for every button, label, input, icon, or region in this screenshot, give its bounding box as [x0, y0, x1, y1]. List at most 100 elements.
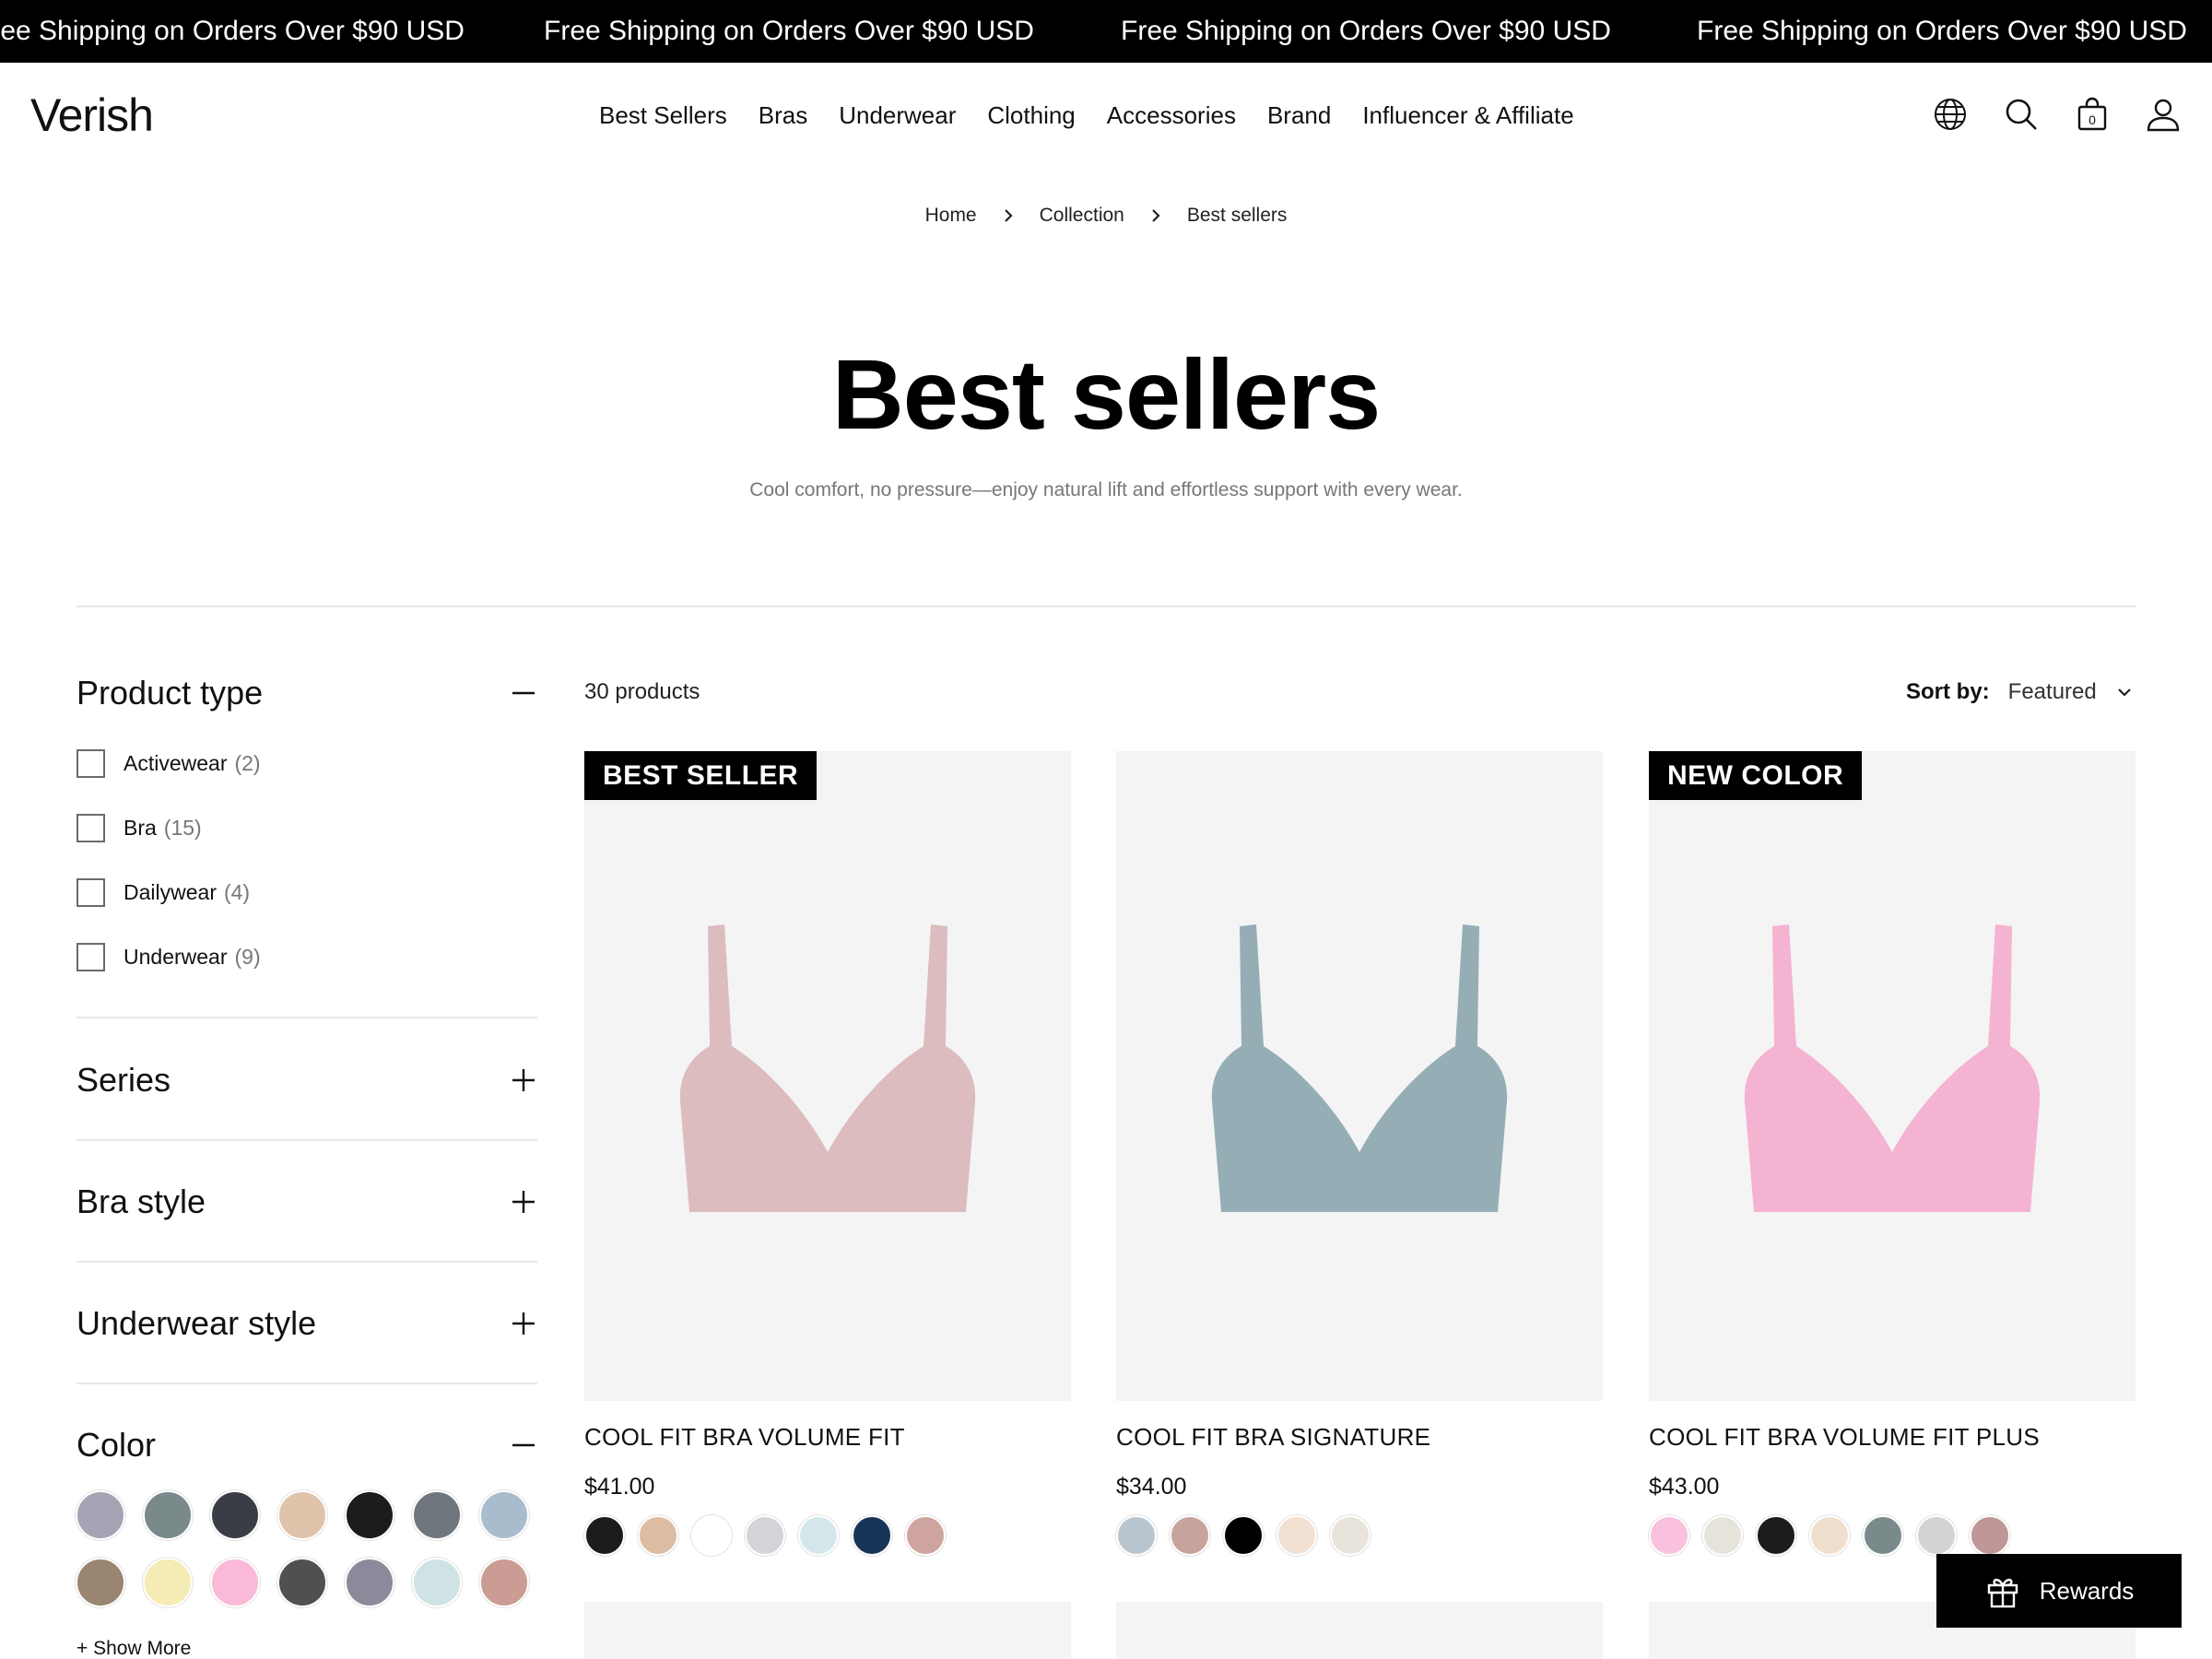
chevron-down-icon[interactable]	[2115, 683, 2134, 701]
sort-value[interactable]: Featured	[2008, 679, 2097, 705]
plus-icon[interactable]	[510, 1066, 537, 1094]
filter-bra-style-header[interactable]: Bra style	[76, 1182, 537, 1222]
product-color-swatch[interactable]	[852, 1515, 892, 1556]
color-swatch[interactable]	[210, 1490, 260, 1540]
nav-item-best-sellers[interactable]: Best Sellers	[599, 101, 727, 130]
main-nav: Best Sellers Bras Underwear Clothing Acc…	[599, 63, 1574, 169]
product-swatches	[1649, 1515, 2136, 1556]
product-card[interactable]: BEST SELLER COOL FIT BRA VOLUME FIT $41.…	[584, 751, 1071, 1556]
search-icon[interactable]	[2003, 96, 2040, 133]
checkbox[interactable]	[76, 813, 105, 842]
breadcrumb-collection[interactable]: Collection	[1040, 205, 1124, 227]
color-swatch[interactable]	[345, 1558, 394, 1607]
product-color-swatch[interactable]	[1116, 1515, 1157, 1556]
filter-color-header[interactable]: Color	[76, 1425, 537, 1465]
minus-icon[interactable]	[510, 1431, 537, 1459]
product-image[interactable]: NEW COLOR	[1649, 751, 2136, 1401]
nav-item-bras[interactable]: Bras	[759, 101, 807, 130]
nav-item-underwear[interactable]: Underwear	[839, 101, 956, 130]
sort-dropdown[interactable]: Sort by: Featured	[1906, 679, 2134, 705]
filter-series-header[interactable]: Series	[76, 1060, 537, 1100]
product-card[interactable]: COOL FIT BRA SIGNATURE $34.00	[1116, 751, 1603, 1556]
account-icon[interactable]	[2145, 96, 2182, 133]
color-swatch[interactable]	[345, 1490, 394, 1540]
product-color-swatch[interactable]	[638, 1515, 678, 1556]
product-color-swatch[interactable]	[1649, 1515, 1689, 1556]
cart-icon[interactable]: 0	[2074, 96, 2111, 133]
nav-item-influencer-affiliate[interactable]: Influencer & Affiliate	[1362, 101, 1573, 130]
site-header: Verish Best Sellers Bras Underwear Cloth…	[0, 63, 2212, 169]
color-swatch[interactable]	[143, 1490, 193, 1540]
divider	[76, 606, 2136, 607]
product-color-swatch[interactable]	[1223, 1515, 1264, 1556]
bra-illustration	[1211, 924, 1508, 1212]
product-name[interactable]: COOL FIT BRA SIGNATURE	[1116, 1423, 1603, 1452]
product-color-swatch[interactable]	[1277, 1515, 1317, 1556]
plus-icon[interactable]	[510, 1188, 537, 1216]
product-name[interactable]: COOL FIT BRA VOLUME FIT	[584, 1423, 1071, 1452]
filter-underwear-style-header[interactable]: Underwear style	[76, 1303, 537, 1344]
nav-item-accessories[interactable]: Accessories	[1107, 101, 1236, 130]
product-color-swatch[interactable]	[1170, 1515, 1210, 1556]
rewards-button[interactable]: Rewards	[1936, 1554, 2182, 1628]
announcement-text: Free Shipping on Orders Over $90 USD	[0, 16, 465, 46]
product-color-swatch[interactable]	[1863, 1515, 1903, 1556]
page-subtitle: Cool comfort, no pressure—enjoy natural …	[749, 479, 1463, 500]
color-swatch[interactable]	[277, 1490, 327, 1540]
product-price: $43.00	[1649, 1474, 1720, 1500]
color-swatch[interactable]	[479, 1558, 529, 1607]
color-swatch[interactable]	[277, 1558, 327, 1607]
announcement-bar: Free Shipping on Orders Over $90 USD Fre…	[0, 0, 2212, 63]
globe-icon[interactable]	[1932, 96, 1969, 133]
color-swatch[interactable]	[412, 1558, 462, 1607]
filter-title: Series	[76, 1061, 171, 1099]
filter-option-count: (2)	[234, 750, 261, 775]
logo[interactable]: Verish	[30, 88, 154, 142]
product-color-swatch[interactable]	[905, 1515, 946, 1556]
filter-option-underwear[interactable]: Underwear (9)	[76, 942, 261, 971]
product-color-swatch[interactable]	[798, 1515, 839, 1556]
filter-product-type-header[interactable]: Product type	[76, 673, 537, 713]
product-color-swatch[interactable]	[1330, 1515, 1371, 1556]
product-image[interactable]: BEST SELLER	[584, 751, 1071, 1401]
product-color-swatch[interactable]	[1756, 1515, 1796, 1556]
product-color-swatch[interactable]	[1970, 1515, 2010, 1556]
color-swatch[interactable]	[412, 1490, 462, 1540]
product-color-swatch[interactable]	[1702, 1515, 1743, 1556]
product-color-swatch[interactable]	[1916, 1515, 1957, 1556]
filter-title: Bra style	[76, 1182, 206, 1220]
nav-item-clothing[interactable]: Clothing	[987, 101, 1075, 130]
product-card[interactable]: NEW COLOR COOL FIT BRA VOLUME FIT PLUS $…	[1649, 751, 2136, 1556]
product-price: $34.00	[1116, 1474, 1187, 1500]
color-swatch[interactable]	[479, 1490, 529, 1540]
checkbox[interactable]	[76, 877, 105, 907]
checkbox[interactable]	[76, 748, 105, 778]
breadcrumb-home[interactable]: Home	[925, 205, 977, 227]
product-color-swatch[interactable]	[691, 1515, 732, 1556]
announcement-text: Free Shipping on Orders Over $90 USD	[544, 16, 1034, 46]
chevron-right-icon	[1001, 208, 1016, 223]
nav-item-brand[interactable]: Brand	[1267, 101, 1331, 130]
filter-option-dailywear[interactable]: Dailywear (4)	[76, 877, 250, 907]
divider	[76, 1017, 537, 1018]
product-card-partial[interactable]	[584, 1602, 1071, 1659]
filter-option-activewear[interactable]: Activewear (2)	[76, 748, 261, 778]
show-more-button[interactable]: + Show More	[76, 1638, 191, 1659]
minus-icon[interactable]	[510, 679, 537, 707]
product-card-partial[interactable]	[1116, 1602, 1603, 1659]
product-color-swatch[interactable]	[745, 1515, 785, 1556]
product-name[interactable]: COOL FIT BRA VOLUME FIT PLUS	[1649, 1423, 2136, 1452]
breadcrumb-current: Best sellers	[1186, 205, 1288, 226]
color-swatch[interactable]	[76, 1558, 125, 1607]
color-swatch[interactable]	[143, 1558, 193, 1607]
color-swatch[interactable]	[76, 1490, 125, 1540]
checkbox[interactable]	[76, 942, 105, 971]
badge-new-color: NEW COLOR	[1649, 751, 1863, 800]
product-color-swatch[interactable]	[1809, 1515, 1850, 1556]
breadcrumb: Home Collection Best sellers	[0, 205, 2212, 227]
color-swatch[interactable]	[210, 1558, 260, 1607]
plus-icon[interactable]	[510, 1310, 537, 1337]
product-image[interactable]	[1116, 751, 1603, 1401]
product-color-swatch[interactable]	[584, 1515, 625, 1556]
filter-option-bra[interactable]: Bra (15)	[76, 813, 202, 842]
